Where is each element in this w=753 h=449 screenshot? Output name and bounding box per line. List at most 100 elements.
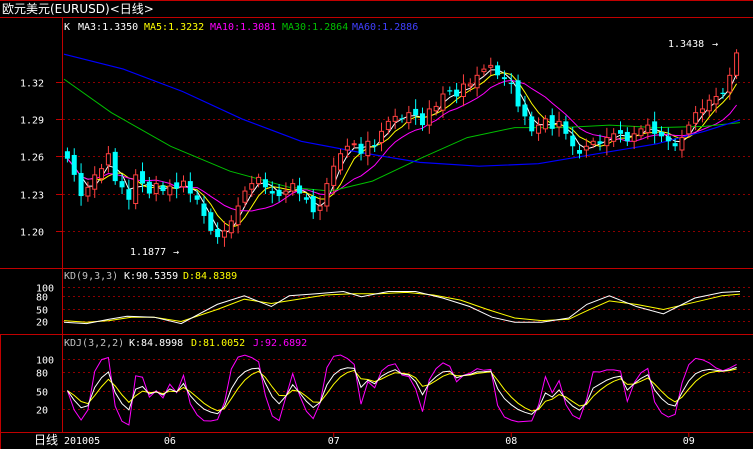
period-label[interactable]: 日线	[34, 433, 58, 447]
candle-body	[515, 80, 521, 107]
candle-body	[618, 130, 624, 134]
candle-body	[297, 185, 303, 194]
kdj-y-tick-label: 80	[36, 369, 48, 380]
candle-body	[679, 137, 685, 151]
candle-body	[221, 230, 227, 238]
candle-body	[187, 181, 193, 194]
candle-body	[228, 220, 234, 234]
candle-body	[392, 115, 398, 122]
candle-body	[727, 74, 733, 93]
kdj-y-tick-label: 50	[36, 388, 48, 399]
kdj-j-line	[66, 354, 737, 426]
candle-body	[351, 143, 357, 146]
x-tick-label: 07	[328, 436, 340, 447]
candle-body	[194, 195, 200, 200]
candle-body	[624, 131, 630, 142]
moving-average-lines	[63, 53, 741, 234]
candle-body	[399, 118, 405, 120]
candle-body	[126, 189, 132, 200]
candle-body	[256, 176, 262, 185]
candle-body	[577, 150, 583, 154]
candle-body	[146, 181, 152, 194]
candle-body	[105, 153, 111, 166]
kd-y-tick-label: 20	[36, 318, 48, 329]
candle-body	[283, 190, 289, 195]
candle-body	[536, 124, 542, 134]
candle-body	[495, 65, 501, 76]
candle-body	[208, 212, 214, 231]
kdj-y-tick-label: 100	[36, 356, 54, 367]
high-annotation: 1.3438	[668, 39, 704, 50]
candle-body	[406, 112, 412, 124]
candle-body	[317, 205, 323, 211]
legend-ma5: MA5:1.3232	[144, 22, 204, 33]
low-arrow: →	[173, 247, 179, 258]
kd-legend-d: D:84.8389	[183, 271, 237, 282]
candle-body	[64, 151, 70, 159]
candle-body	[365, 140, 371, 157]
kd-legend-prefix: KD(9,3,3)	[64, 271, 118, 282]
candle-body	[549, 115, 555, 129]
candle-body	[269, 191, 275, 194]
candle-body	[734, 52, 740, 76]
candle-body	[597, 141, 603, 144]
candle-body	[358, 143, 364, 154]
candle-body	[631, 133, 637, 142]
legend-ma60: MA60:1.2886	[352, 22, 418, 33]
candle-body	[215, 229, 221, 238]
candle-body	[501, 77, 507, 80]
candle-body	[563, 121, 569, 134]
high-arrow: →	[712, 39, 718, 50]
candle-body	[474, 74, 480, 89]
candle-body	[693, 112, 699, 124]
candle-body	[344, 145, 350, 151]
kd-legend-k: K:90.5359	[124, 271, 178, 282]
y-tick-label: 1.20	[20, 228, 44, 239]
candle-body	[672, 143, 678, 147]
candle-body	[658, 131, 664, 137]
low-annotation: 1.1877	[130, 247, 166, 258]
y-tick-label: 1.32	[20, 79, 44, 90]
ma3-line	[67, 69, 738, 234]
legend-ma3: MA3:1.3350	[78, 22, 138, 33]
y-tick-label: 1.29	[20, 116, 44, 127]
candle-body	[379, 130, 385, 144]
candle-body	[153, 183, 159, 195]
candle-body	[249, 183, 255, 190]
candle-body	[242, 190, 248, 203]
candle-body	[235, 205, 241, 226]
candle-body	[140, 171, 146, 184]
candle-body	[454, 89, 460, 97]
candle-body	[686, 124, 692, 135]
candle-body	[529, 116, 535, 132]
candle-body	[706, 99, 712, 112]
candle-body	[665, 136, 671, 142]
chart-window: 1.32 1.29 1.26 1.23 1.20 100 80 50 20 100 80 50 20 2…	[0, 0, 753, 449]
candle-body	[338, 153, 344, 171]
window-title: 欧元美元(EURUSD)<日线>	[2, 2, 154, 16]
y-tick-label: 1.26	[20, 153, 44, 164]
candle-body	[481, 68, 487, 73]
x-tick-label: 06	[164, 436, 176, 447]
candle-body	[112, 151, 118, 182]
candle-body	[488, 64, 494, 68]
kdj-legend-d: D:81.0052	[191, 338, 245, 349]
candle-body	[720, 92, 726, 94]
kd-y-tick-label: 80	[36, 293, 48, 304]
candle-body	[604, 137, 610, 147]
candle-body	[645, 124, 651, 134]
candle-body	[324, 183, 330, 207]
kdj-legend-k: K:84.8998	[129, 338, 183, 349]
candle-body	[372, 145, 378, 147]
candle-body	[699, 108, 705, 114]
candle-body	[426, 108, 432, 126]
candle-body	[99, 168, 105, 180]
candle-body	[180, 180, 186, 188]
candle-body	[652, 121, 658, 134]
candle-body	[419, 113, 425, 126]
candle-body	[713, 95, 719, 105]
x-tick-label: 09	[683, 436, 695, 447]
candle-body	[290, 183, 296, 192]
candle-body	[440, 93, 446, 111]
legend-ma10: MA10:1.3081	[210, 22, 276, 33]
